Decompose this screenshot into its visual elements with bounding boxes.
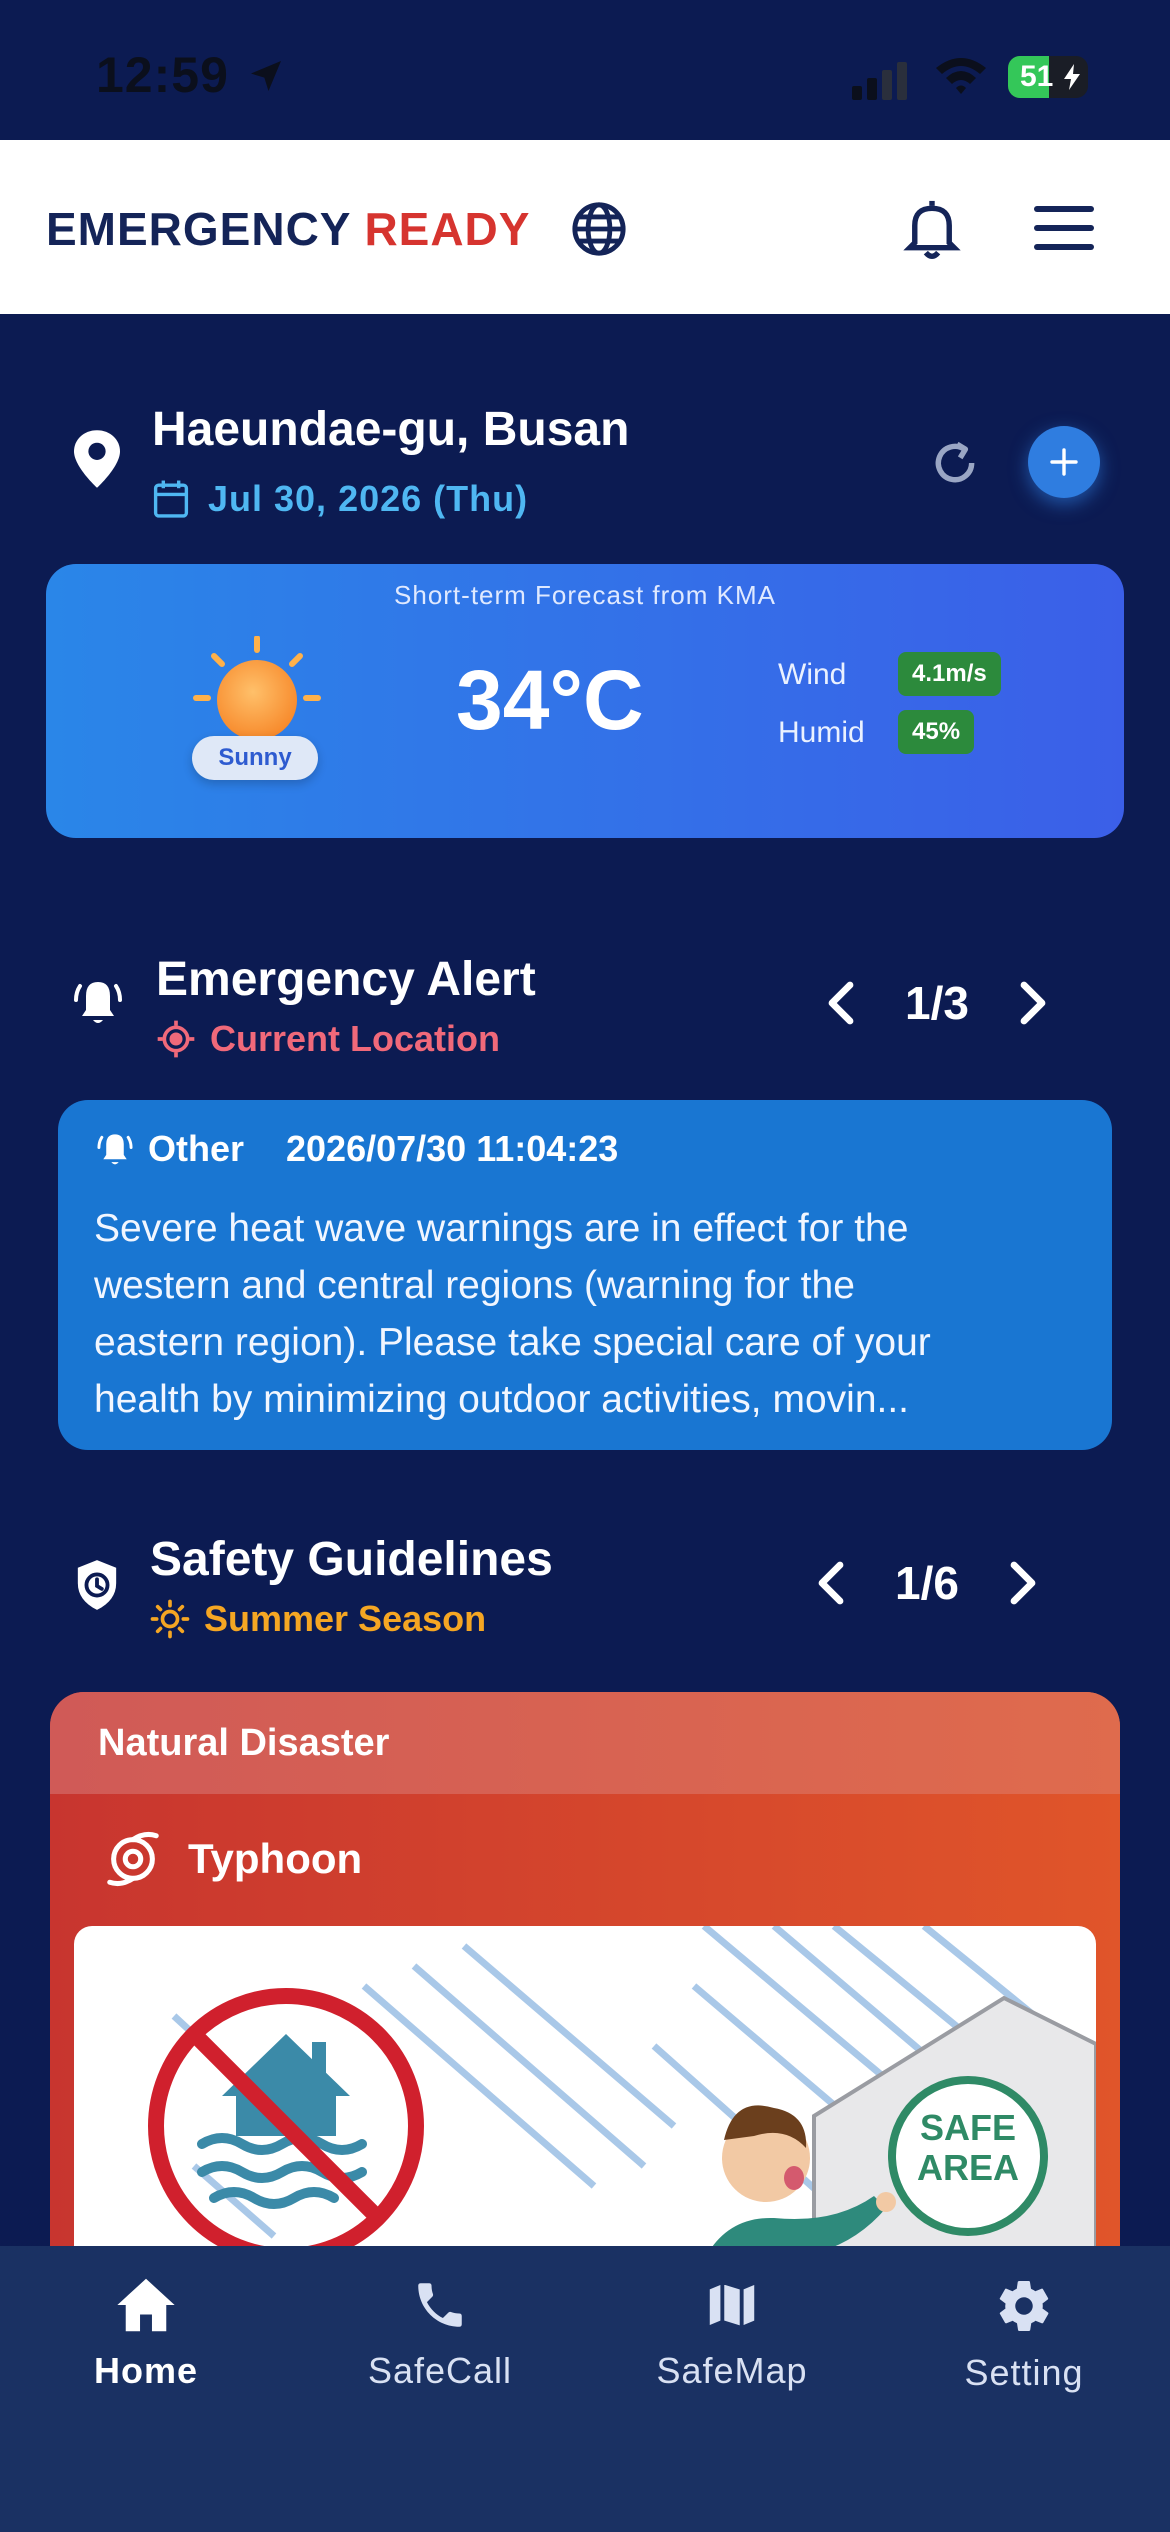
guidelines-pager: 1/6 — [812, 1556, 1042, 1610]
nav-safemap[interactable]: SafeMap — [612, 2276, 852, 2392]
weather-card: Short-term Forecast from KMA Sunny 34°C … — [46, 564, 1124, 838]
nav-home-label: Home — [93, 2350, 199, 2391]
charging-bolt-icon — [1064, 64, 1080, 90]
alert-subtitle: Current Location — [156, 1018, 500, 1060]
hamburger-menu-icon[interactable] — [1034, 206, 1094, 250]
nav-safecall[interactable]: SafeCall — [320, 2276, 560, 2392]
forecast-source: Short-term Forecast from KMA — [394, 580, 776, 610]
safe-area-sign: SAFE AREA — [917, 2107, 1019, 2188]
nav-setting-label: Setting — [964, 2352, 1084, 2393]
guidelines-subtitle-text: Summer Season — [204, 1598, 487, 1639]
target-location-icon — [157, 1020, 195, 1058]
guideline-category: Natural Disaster — [98, 1722, 390, 1764]
app-header: EMERGENCY READY — [0, 140, 1170, 314]
chevron-left-icon[interactable] — [822, 979, 862, 1027]
alert-category: Other — [148, 1128, 245, 1169]
cellular-signal-icon — [852, 62, 907, 100]
guideline-card-header: Natural Disaster — [50, 1692, 1120, 1794]
location-title: Haeundae-gu, Busan — [152, 403, 630, 456]
alert-section-title: Emergency Alert — [156, 953, 536, 1006]
guideline-type: Typhoon — [188, 1835, 363, 1882]
battery-indicator: 51 — [1008, 56, 1088, 98]
wind-label: Wind — [778, 658, 847, 691]
nav-safemap-label: SafeMap — [656, 2350, 808, 2391]
alert-timestamp: 2026/07/30 11:04:23 — [286, 1128, 619, 1169]
shield-clock-icon — [77, 1560, 117, 1610]
calendar-icon — [153, 480, 189, 518]
guidelines-subtitle: Summer Season — [150, 1598, 486, 1640]
brand-primary-text: EMERGENCY — [46, 203, 351, 255]
sun-small-icon — [150, 1599, 190, 1639]
alert-message: Severe heat wave warnings are in effect … — [94, 1207, 931, 1421]
alert-card-header: Other 2026/07/30 11:04:23 — [96, 1128, 618, 1170]
humid-value: 45% — [898, 710, 975, 754]
date-text: Jul 30, 2026 (Thu) — [208, 478, 529, 519]
alarm-bell-icon — [74, 982, 122, 1023]
temperature: 34°C — [456, 653, 644, 747]
refresh-icon[interactable] — [930, 438, 980, 488]
date-row: Jul 30, 2026 (Thu) — [152, 478, 528, 520]
plus-icon — [1050, 448, 1078, 476]
nav-setting[interactable]: Setting — [904, 2276, 1144, 2394]
alert-subtitle-text: Current Location — [210, 1018, 501, 1059]
humid-label: Humid — [778, 716, 865, 749]
alert-card[interactable]: Other 2026/07/30 11:04:23 Severe heat wa… — [58, 1100, 1112, 1450]
nav-safecall-label: SafeCall — [367, 2350, 513, 2391]
home-icon — [117, 2278, 175, 2332]
typhoon-icon — [107, 1831, 159, 1887]
sun-icon — [193, 636, 321, 740]
gear-icon — [999, 2281, 1049, 2331]
notification-bell-icon[interactable] — [902, 196, 962, 260]
chevron-right-icon[interactable] — [1002, 1559, 1042, 1607]
add-location-button[interactable] — [1028, 426, 1100, 498]
guideline-card[interactable]: Natural Disaster Typhoon SAFE AREA — [50, 1692, 1120, 2252]
map-icon — [705, 2280, 759, 2330]
guidelines-page-indicator: 1/6 — [895, 1557, 959, 1609]
wind-value: 4.1m/s — [898, 652, 1001, 696]
alert-pager: 1/3 — [822, 976, 1052, 1030]
alarm-bell-icon — [97, 1134, 133, 1165]
status-bar: 12:59 51 — [0, 0, 1170, 140]
guideline-type-row: Typhoon — [102, 1828, 362, 1890]
chevron-right-icon[interactable] — [1012, 979, 1052, 1027]
chevron-left-icon[interactable] — [812, 1559, 852, 1607]
location-arrow-icon — [251, 61, 281, 91]
typhoon-illustration: SAFE AREA — [74, 1926, 1096, 2252]
phone-icon — [418, 2283, 462, 2327]
status-time: 12:59 — [96, 47, 229, 103]
nav-home[interactable]: Home — [26, 2276, 266, 2392]
alert-page-indicator: 1/3 — [905, 977, 969, 1029]
bottom-navigation: Home SafeCall SafeMap Setting — [0, 2246, 1170, 2532]
battery-level: 51 — [1020, 60, 1054, 93]
guidelines-section-title: Safety Guidelines — [150, 1533, 553, 1586]
brand-logo: EMERGENCY READY — [46, 202, 530, 256]
globe-icon[interactable] — [570, 200, 628, 258]
weather-condition-badge: Sunny — [192, 736, 318, 780]
location-pin-icon — [74, 430, 120, 488]
brand-accent-text: READY — [364, 203, 531, 255]
wifi-icon — [936, 58, 986, 94]
